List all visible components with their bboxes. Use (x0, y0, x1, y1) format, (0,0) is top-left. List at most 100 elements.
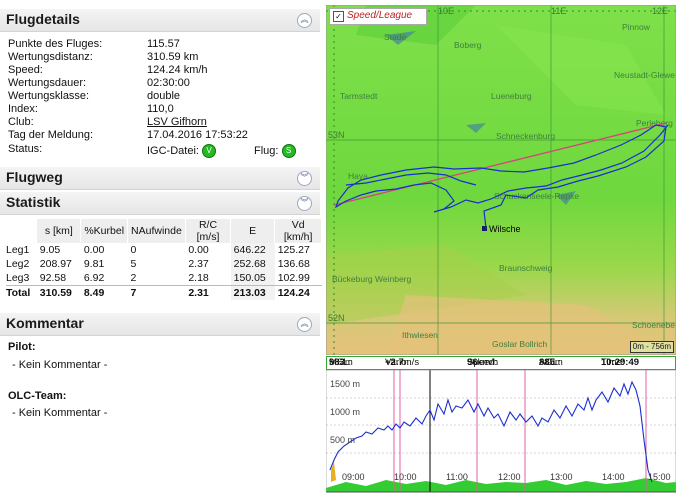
grid-label: 53N (328, 130, 345, 140)
map-canvas[interactable]: 10E 11E 12E 53N 52N Stade Boberg Pinnow … (326, 5, 676, 355)
flugweg-title: Flugweg (6, 169, 63, 185)
time-readout: Time: 10:29:49 (601, 357, 639, 368)
table-row: Leg1 9.05 0.00 0 0.00 646.22 125.27 (6, 243, 322, 257)
table-cell: Leg3 (6, 272, 30, 284)
layer-checkbox[interactable]: ✓ (333, 11, 344, 22)
time-label: Time: (601, 357, 625, 368)
statistik-header[interactable]: Statistik ︾ (0, 192, 320, 215)
town-label: Schneckenburg (496, 131, 555, 141)
table-header-row: s [km] %Kurbel NAufwinde R/C [m/s] E Vd … (6, 219, 322, 243)
time-axis-label: 10:00 (394, 472, 417, 482)
detail-value: 17.04.2016 17:53:22 (147, 129, 248, 141)
detail-row-index: Index: 110,0 (8, 103, 308, 116)
table-cell: 310.59 (36, 285, 81, 300)
detail-row-status: Status: IGC-Datei: V Flug: S (8, 143, 308, 159)
table-cell: 6.92 (83, 272, 105, 284)
table-cell: 2 (130, 272, 137, 284)
table-corner (6, 219, 38, 243)
town-label: Schuckenseele-Repke (494, 191, 579, 201)
barogram[interactable]: MSL: 983 m Vario: +2.7 m/s Speed: 96 km/… (326, 356, 676, 499)
table-cell: 150.05 (230, 271, 275, 286)
barogram-readout: MSL: 983 m Vario: +2.7 m/s Speed: 96 km/… (326, 356, 676, 370)
detail-value: 02:30:00 (147, 77, 190, 89)
town-label: Lueneburg (491, 91, 532, 101)
town-label: Goslar Bollrich (492, 339, 548, 349)
col-header: s [km] (36, 219, 82, 243)
town-label: Neustadt-Glewe (614, 70, 675, 80)
kommentar-title: Kommentar (6, 315, 84, 331)
col-header: E (230, 219, 276, 243)
table-cell: 646.22 (230, 243, 275, 257)
kommentar-header[interactable]: Kommentar ︽ (0, 313, 320, 336)
table-cell: 2.31 (185, 285, 231, 300)
flugweg-header[interactable]: Flugweg ︾ (0, 167, 320, 190)
town-label: Pinnow (622, 22, 651, 32)
left-panel: Flugdetails ︽ Punkte des Fluges: 115.57 W… (0, 0, 322, 499)
igc-status: IGC-Datei: V (147, 144, 217, 158)
table-cell: 2.37 (188, 258, 209, 270)
pilot-comment: - Kein Kommentar - (12, 359, 108, 371)
msl-readout: MSL: 983 m (329, 357, 353, 368)
flug-label: Flug: (254, 144, 279, 157)
altitude-trace (329, 380, 653, 483)
expand-icon[interactable]: ︾ (297, 196, 312, 211)
town-label: Stade (384, 32, 406, 42)
speed-unit: km/h (477, 357, 499, 368)
town-label: Tarmstedt (340, 91, 378, 101)
map-layer-control[interactable]: ✓ Speed/League (329, 8, 427, 25)
altitude-label: 500 m (330, 435, 356, 445)
table-cell: 7 (127, 285, 186, 300)
table-cell: 213.03 (230, 285, 275, 300)
flugdetails-title: Flugdetails (6, 11, 80, 27)
detail-row-duration: Wertungsdauer: 02:30:00 (8, 77, 308, 90)
flug-status: Flug: S (254, 144, 296, 158)
detail-row-club: Club: LSV Gifhorn (8, 116, 308, 129)
table-cell: 124.24 (274, 285, 322, 300)
grid-label: 52N (328, 313, 345, 323)
time-axis-label: 11:00 (446, 472, 468, 482)
time-axis-label: 14:00 (602, 472, 625, 482)
table-cell: 136.68 (277, 258, 310, 270)
detail-row-distance: Wertungsdistanz: 310.59 km (8, 51, 308, 64)
collapse-icon[interactable]: ︽ (297, 317, 312, 332)
town-label: Schoenebeck (632, 320, 676, 330)
flug-check-icon[interactable]: S (281, 144, 296, 158)
expand-icon[interactable]: ︾ (297, 171, 312, 186)
detail-value: 110,0 (147, 103, 174, 115)
detail-label: Index: (8, 103, 38, 115)
detail-value: 124.24 km/h (147, 64, 208, 76)
detail-value: 115.57 (147, 38, 180, 50)
table-cell: 9.81 (83, 258, 105, 270)
detail-label: Wertungsdauer: (8, 77, 87, 89)
igc-check-icon[interactable]: V (202, 144, 217, 158)
olc-comment: - Kein Kommentar - (12, 407, 108, 419)
detail-label: Wertungsdistanz: (8, 51, 93, 63)
table-cell: Total (6, 285, 37, 300)
status-label: Status: (8, 143, 43, 155)
table-cell: 102.99 (277, 272, 310, 284)
collapse-icon[interactable]: ︽ (297, 13, 312, 28)
agl-unit: m (554, 357, 563, 368)
altitude-label: 1500 m (330, 379, 361, 389)
table-cell: 5 (130, 258, 137, 270)
layer-label: Speed/League (347, 10, 413, 21)
elevation-scale: 0m - 756m (629, 341, 674, 353)
detail-label: Punkte des Fluges: (8, 38, 103, 50)
time-axis-label: 12:00 (498, 472, 521, 482)
time-axis-label: 15:00 (648, 472, 671, 482)
igc-label: IGC-Datei: (147, 144, 199, 157)
altitude-label: 1000 m (330, 407, 361, 417)
flight-map[interactable]: 10E 11E 12E 53N 52N Stade Boberg Pinnow … (326, 5, 676, 355)
table-cell: 2.18 (188, 272, 209, 284)
grid-label: 10E (438, 6, 454, 16)
detail-label: Tag der Meldung: (8, 129, 93, 141)
col-header: Vd [km/h] (274, 219, 322, 243)
club-link[interactable]: LSV Gifhorn (147, 116, 207, 128)
table-row: Leg3 92.58 6.92 2 2.18 150.05 102.99 (6, 271, 322, 286)
table-row-total: Total 310.59 8.49 7 2.31 213.03 124.24 (6, 285, 322, 300)
table-cell: Leg2 (6, 258, 30, 270)
table-cell: 125.27 (277, 244, 310, 256)
olc-label: OLC-Team: (8, 390, 67, 402)
flugdetails-header[interactable]: Flugdetails ︽ (0, 9, 320, 32)
table-cell: 8.49 (80, 285, 128, 300)
